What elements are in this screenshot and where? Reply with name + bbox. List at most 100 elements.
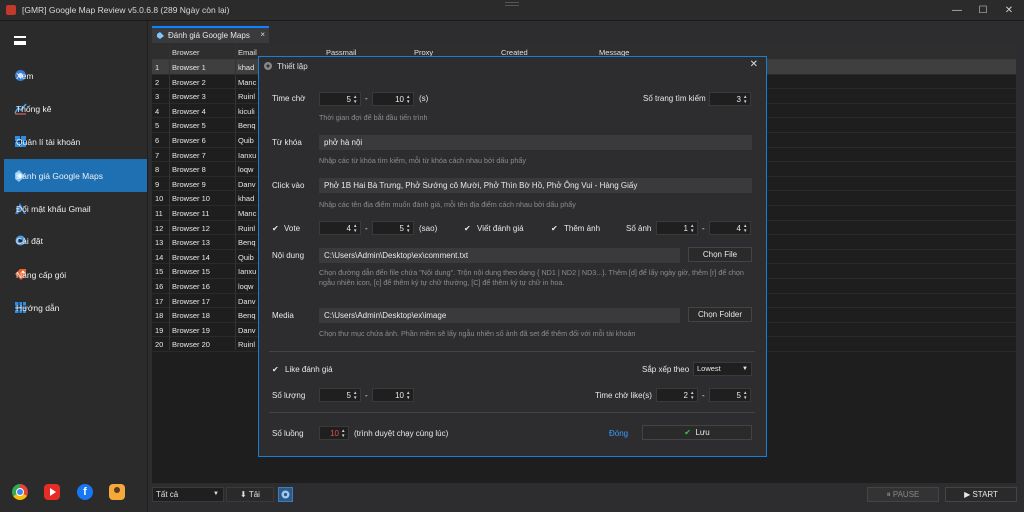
maximize-button[interactable]: ☐ xyxy=(973,3,993,18)
threads-label: Số luồng xyxy=(272,429,304,438)
column-header-email[interactable]: Email xyxy=(238,48,257,57)
drag-grip-icon[interactable] xyxy=(505,2,519,6)
close-window-button[interactable]: ✕ xyxy=(999,3,1019,18)
dialog-title-bar: Thiết lập ✕ xyxy=(259,57,766,75)
stepper-arrows-icon[interactable]: ▲ ▼ xyxy=(690,390,695,400)
sidebar-item-huong-dan[interactable]: Hướng dẫn xyxy=(4,291,147,324)
download-button[interactable]: ⬇ Tải xyxy=(226,487,274,502)
sidebar-item-doi-mat-khau-gmail[interactable]: Đổi mật khẩu Gmail xyxy=(4,192,147,225)
stepper-arrows-icon[interactable]: ▲ ▼ xyxy=(406,94,411,104)
chevron-down-icon: ▼ xyxy=(213,491,219,497)
vote-max-stepper[interactable]: 5 ▲ ▼ xyxy=(372,221,414,235)
time-wait-unit: (s) xyxy=(419,94,429,103)
stepper-arrows-icon[interactable]: ▲ ▼ xyxy=(353,94,358,104)
sidebar-item-thong-ke[interactable]: Thống kê xyxy=(4,92,147,125)
stepper-value: 3 xyxy=(736,95,741,104)
tab-danh-gia-google-maps[interactable]: Đánh giá Google Maps × xyxy=(152,26,269,43)
stepper-arrows-icon[interactable]: ▲ ▼ xyxy=(743,223,748,233)
maps-icon xyxy=(157,32,164,39)
sidebar-item-quan-li-tai-khoan[interactable]: Quản lí tài khoản xyxy=(4,125,147,158)
cell-browser: Browser 20 xyxy=(172,340,210,350)
cell-email: Quib xyxy=(238,136,254,145)
dialog-close-icon[interactable]: ✕ xyxy=(750,59,758,70)
cell-browser: Browser 7 xyxy=(172,150,206,160)
media-path-input[interactable]: C:\Users\Admin\Desktop\ex\image xyxy=(319,308,680,323)
media-hint: Chọn thư mục chứa ảnh. Phần mềm sẽ lấy n… xyxy=(319,329,636,338)
cell-n: 9 xyxy=(155,179,160,189)
cell-n: 6 xyxy=(155,136,160,145)
threads-hint: (trình duyệt chạy cùng lúc) xyxy=(354,429,449,438)
search-pages-stepper[interactable]: 3 ▲ ▼ xyxy=(709,92,751,106)
threads-stepper[interactable]: 10 ▲ ▼ xyxy=(319,426,349,440)
cell-browser: Browser 17 xyxy=(172,296,210,306)
vote-checkbox[interactable]: ✔ xyxy=(272,224,281,233)
stepper-arrows-icon[interactable]: ▲ ▼ xyxy=(353,390,358,400)
sidebar-item-label: Thống kê xyxy=(16,103,52,114)
stepper-arrows-icon[interactable]: ▲ ▼ xyxy=(353,223,358,233)
stepper-arrows-icon[interactable]: ▲ ▼ xyxy=(743,390,748,400)
filter-select[interactable]: Tất cả ▼ xyxy=(152,487,224,502)
cell-browser: Browser 8 xyxy=(172,165,206,175)
cell-n: 13 xyxy=(155,238,164,248)
cell-browser: Browser 11 xyxy=(172,209,210,218)
content-label: Nội dung xyxy=(272,251,305,260)
minimize-button[interactable]: — xyxy=(947,3,967,18)
like-wait-max-stepper[interactable]: 5 ▲ ▼ xyxy=(709,388,751,402)
like-checkbox[interactable]: ✔ xyxy=(272,365,281,374)
save-button[interactable]: ✔ Lưu xyxy=(642,425,752,440)
hamburger-menu-icon[interactable] xyxy=(14,36,26,45)
stepper-value: 4 xyxy=(736,224,741,233)
stepper-arrows-icon[interactable]: ▲ ▼ xyxy=(341,428,346,438)
facebook-icon[interactable]: f xyxy=(77,484,93,500)
qty-max-stepper[interactable]: 10 ▲ ▼ xyxy=(372,388,414,402)
content-path-input[interactable]: C:\Users\Admin\Desktop\ex\comment.txt xyxy=(319,248,680,263)
range-dash: - xyxy=(365,224,368,233)
cell-email: kiculi xyxy=(238,106,255,116)
cell-browser: Browser 2 xyxy=(172,77,206,87)
choose-file-button[interactable]: Chọn File xyxy=(688,247,752,262)
image-min-stepper[interactable]: 1 ▲ ▼ xyxy=(656,221,698,235)
cell-n: 20 xyxy=(155,340,164,350)
qty-min-stepper[interactable]: 5 ▲ ▼ xyxy=(319,388,361,402)
cell-browser: Browser 9 xyxy=(172,179,206,189)
cell-browser: Browser 1 xyxy=(172,63,206,72)
sidebar-item-danh-gia-google-maps[interactable]: Đánh giá Google Maps xyxy=(4,159,147,192)
time-wait-min-stepper[interactable]: 5 ▲ ▼ xyxy=(319,92,361,106)
youtube-icon[interactable] xyxy=(44,484,60,500)
click-places-input[interactable]: Phở 1B Hai Bà Trưng, Phở Sướng cô Mười, … xyxy=(319,178,752,193)
pause-button[interactable]: ⏸ PAUSE xyxy=(867,487,939,502)
support-icon[interactable] xyxy=(109,484,125,500)
cell-email: Quib xyxy=(238,252,254,262)
write-review-checkbox[interactable]: ✔ xyxy=(464,224,473,233)
like-wait-min-stepper[interactable]: 2 ▲ ▼ xyxy=(656,388,698,402)
settings-gear-button[interactable] xyxy=(278,487,293,502)
vote-min-stepper[interactable]: 4 ▲ ▼ xyxy=(319,221,361,235)
keyword-input[interactable]: phở hà nội xyxy=(319,135,752,150)
sidebar-item-label: Quản lí tài khoản xyxy=(16,136,81,147)
choose-folder-button[interactable]: Chọn Folder xyxy=(688,307,752,322)
time-wait-max-stepper[interactable]: 10 ▲ ▼ xyxy=(372,92,414,106)
sidebar-item-cai-dat[interactable]: Cài đặt xyxy=(4,224,147,257)
cell-n: 14 xyxy=(155,252,164,262)
sidebar-item-nang-cap-goi[interactable]: Nâng cấp gói xyxy=(4,258,147,291)
cell-browser: Browser 18 xyxy=(172,311,210,321)
stepper-arrows-icon[interactable]: ▲ ▼ xyxy=(406,223,411,233)
sort-select[interactable]: Lowest ▼ xyxy=(693,362,752,376)
sidebar-item-label: Hướng dẫn xyxy=(16,302,60,313)
sidebar-item-label: Đổi mật khẩu Gmail xyxy=(16,203,91,214)
chrome-icon[interactable] xyxy=(12,484,28,500)
tab-close-icon[interactable]: × xyxy=(260,30,265,39)
start-button[interactable]: ▶ START xyxy=(945,487,1017,502)
add-image-checkbox[interactable]: ✔ xyxy=(551,224,560,233)
stepper-value: 5 xyxy=(399,224,404,233)
stepper-arrows-icon[interactable]: ▲ ▼ xyxy=(690,223,695,233)
sidebar-item-xem[interactable]: Xem xyxy=(4,59,147,92)
stepper-arrows-icon[interactable]: ▲ ▼ xyxy=(743,94,748,104)
image-max-stepper[interactable]: 4 ▲ ▼ xyxy=(709,221,751,235)
cell-browser: Browser 15 xyxy=(172,267,210,277)
cell-email: khad xyxy=(238,63,255,72)
column-divider xyxy=(235,45,236,350)
close-link[interactable]: Đóng xyxy=(609,429,628,438)
stepper-arrows-icon[interactable]: ▲ ▼ xyxy=(406,390,411,400)
column-header-browser[interactable]: Browser xyxy=(172,48,200,57)
